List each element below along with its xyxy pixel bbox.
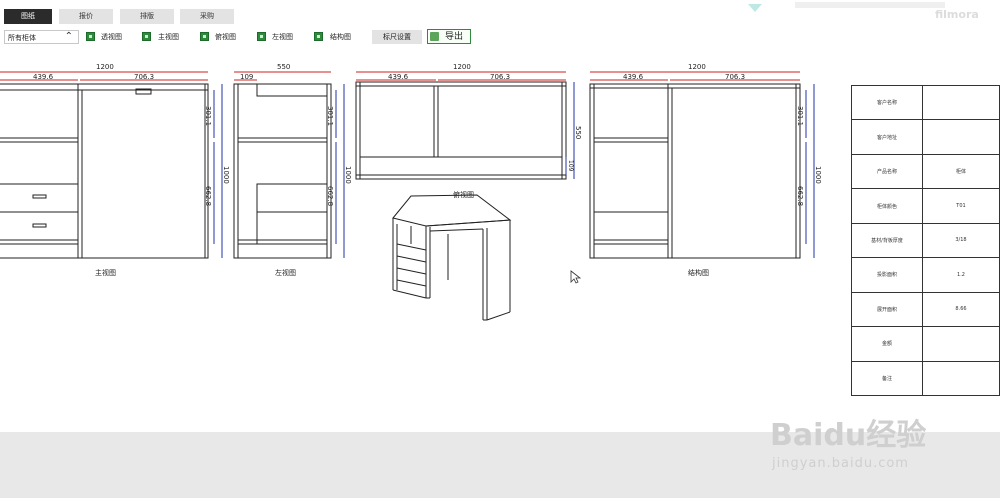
structure-width-label: 1200: [688, 63, 706, 71]
table-key: 客户地址: [851, 119, 923, 155]
structure-htotal-label: 1000: [814, 166, 822, 184]
structure-left-label: 439.6: [623, 73, 644, 81]
table-value: 8.66: [922, 291, 1000, 328]
table-row: 基材/背板厚度 3/18: [851, 222, 1000, 259]
top-htotal-label: 550: [574, 126, 582, 140]
table-key: 备注: [851, 360, 923, 396]
front-htop-label: 301.1: [204, 106, 212, 127]
table-key: 客户名称: [851, 84, 923, 121]
table-key: 基材/背板厚度: [851, 222, 923, 259]
table-value: [922, 326, 1000, 362]
top-width-label: 1200: [453, 63, 471, 71]
table-row: 备注: [851, 360, 1000, 396]
top-right-label: 706.3: [490, 73, 511, 81]
front-htotal-label: 1000: [222, 166, 230, 184]
table-key: 金额: [851, 326, 923, 362]
front-left-label: 439.6: [33, 73, 54, 81]
table-row: 柜体颜色 T01: [851, 188, 1000, 224]
table-row: 客户名称: [851, 84, 1000, 121]
table-key: 投影面积: [851, 257, 923, 293]
table-key: 产品名称: [851, 153, 923, 190]
table-row: 客户地址: [851, 119, 1000, 155]
table-row: 展开面积 8.66: [851, 291, 1000, 328]
structure-caption: 结构图: [688, 269, 709, 277]
table-row: 金额: [851, 326, 1000, 362]
structure-hbottom-label: 662.8: [796, 186, 804, 207]
table-row: 产品名称 柜体: [851, 153, 1000, 190]
table-row: 投影面积 1.2: [851, 257, 1000, 293]
left-hbottom-label: 662.8: [326, 186, 334, 207]
dimension-labels: 1200 439.6 706.3 301.1 662.8 1000 主视图 55…: [0, 0, 1000, 430]
structure-right-label: 706.3: [725, 73, 746, 81]
table-key: 展开面积: [851, 291, 923, 328]
left-sub-label: 109: [240, 73, 254, 81]
table-key: 柜体颜色: [851, 188, 923, 224]
top-caption: 俯视图: [453, 191, 474, 199]
info-table: 客户名称 客户地址 产品名称 柜体 柜体颜色 T01 基材/背板厚度 3/18 投影面…: [851, 84, 1000, 396]
front-caption: 主视图: [95, 269, 116, 277]
front-right-label: 706.3: [134, 73, 155, 81]
table-value: [922, 84, 1000, 121]
structure-htop-label: 301.1: [796, 106, 804, 127]
baidu-watermark: Baidu经验: [770, 418, 927, 453]
table-value: [922, 360, 1000, 396]
left-width-label: 550: [277, 63, 291, 71]
table-value: T01: [922, 188, 1000, 224]
front-hbottom-label: 662.8: [204, 186, 212, 207]
table-value: 3/18: [922, 222, 1000, 259]
table-value: 1.2: [922, 257, 1000, 293]
table-value: [922, 119, 1000, 155]
left-htotal-label: 1000: [344, 166, 352, 184]
baidu-url-watermark: jingyan.baidu.com: [772, 456, 909, 471]
top-left-label: 439.6: [388, 73, 409, 81]
top-hsmall-label: 109: [567, 160, 574, 172]
left-htop-label: 301.1: [326, 106, 334, 127]
left-caption: 左视图: [275, 269, 296, 277]
front-width-label: 1200: [96, 63, 114, 71]
table-value: 柜体: [922, 153, 1000, 190]
